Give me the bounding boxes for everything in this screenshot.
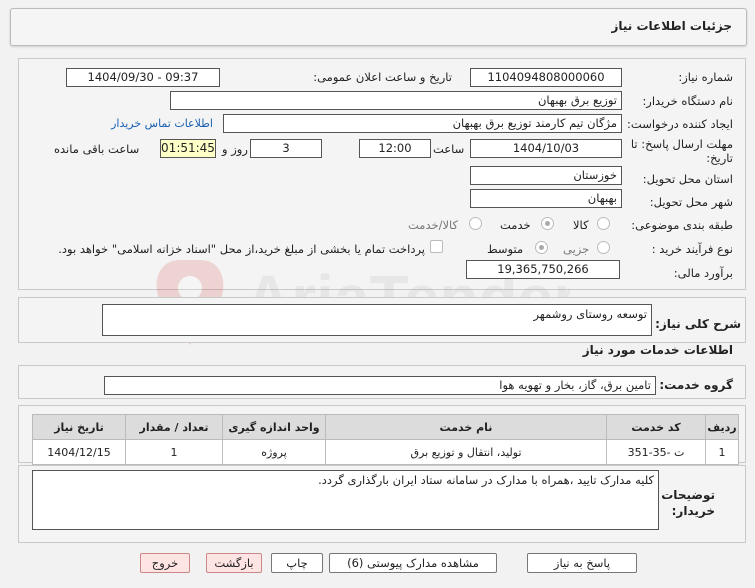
announce-label: تاریخ و ساعت اعلان عمومی: [313,70,452,84]
buyer-notes-textarea[interactable]: کلیه مدارک تایید ،همراه با مدارک در ساما… [32,470,659,530]
col-header-row: ردیف [705,414,739,440]
deadline-label-date: تاریخ: [706,151,733,165]
page-header: جزئیات اطلاعات نیاز [10,8,747,46]
cell-row-number: 1 [705,439,739,465]
category-radio-goods[interactable] [597,217,610,230]
days-field: 3 [250,139,322,158]
days-label: روز و [222,142,248,156]
process-radio-minor[interactable] [597,241,610,254]
deadline-label: مهلت ارسال پاسخ: تا [630,137,733,151]
city-label: شهر محل تحویل: [649,195,733,209]
col-header-qty: تعداد / مقدار [125,414,223,440]
province-label: استان محل تحویل: [642,172,733,186]
city-field: بهبهان [470,189,622,208]
deadline-time-field: 12:00 [359,139,431,158]
category-radio-both[interactable] [469,217,482,230]
cell-quantity: 1 [125,439,223,465]
cell-unit: پروژه [222,439,326,465]
province-field: خوزستان [470,166,622,185]
category-option-both: کالا/خدمت [408,218,459,232]
cell-service-name: تولید، انتقال و توزیع برق [325,439,607,465]
process-radio-medium[interactable] [535,241,548,254]
cell-service-code: ت -35-351 [606,439,706,465]
col-header-name: نام خدمت [325,414,607,440]
need-number-label: شماره نیاز: [678,70,733,84]
service-group-field: تامین برق، گاز، بخار و تهویه هوا [104,376,656,395]
buyer-notes-label: توضیحات [661,488,715,502]
budget-field: 19,365,750,266 [466,260,620,279]
description-textarea[interactable]: توسعه روستای روشمهر [102,304,652,336]
buyer-org-field: توزیع برق بهبهان [170,91,622,110]
col-header-date: تاریخ نیاز [32,414,126,440]
process-option-minor: جزیی [563,242,590,256]
remaining-label: ساعت باقی مانده [54,142,140,156]
buyer-org-label: نام دستگاه خریدار: [642,94,733,108]
reply-button[interactable]: پاسخ به نیاز [527,553,637,573]
back-button[interactable]: بازگشت [206,553,262,573]
buyer-contact-link[interactable]: اطلاعات تماس خریدار [111,117,213,130]
col-header-unit: واحد اندازه گیری [222,414,326,440]
budget-label: برآورد مالی: [673,266,733,280]
deadline-date-field: 1404/10/03 [470,139,622,158]
category-option-service: خدمت [500,218,531,232]
category-radio-service[interactable] [541,217,554,230]
creator-label: ایجاد کننده درخواست: [627,117,733,131]
treasury-payment-checkbox[interactable] [430,240,443,253]
treasury-payment-note: پرداخت تمام یا بخشی از مبلغ خرید،از محل … [58,242,425,256]
services-section-title: اطلاعات خدمات مورد نیاز [582,343,733,357]
exit-button[interactable]: خروج [140,553,190,573]
announce-field: 1404/09/30 - 09:37 [66,68,220,87]
services-table-header: ردیف کد خدمت نام خدمت واحد اندازه گیری ت… [32,414,739,440]
process-label: نوع فرآیند خرید : [651,242,733,256]
creator-field: مژگان تیم کارمند توزیع برق بهبهان [223,114,622,133]
cell-need-date: 1404/12/15 [32,439,126,465]
need-number-field: 1104094808000060 [470,68,622,87]
print-button[interactable]: چاپ [271,553,323,573]
buyer-notes-label-2: خریدار: [671,504,715,518]
services-table: ردیف کد خدمت نام خدمت واحد اندازه گیری ت… [32,414,739,465]
service-group-label: گروه خدمت: [659,378,733,392]
view-attachments-button[interactable]: مشاهده مدارک پیوستی (6) [329,553,497,573]
category-label: طبقه بندی موضوعی: [631,218,733,232]
col-header-code: کد خدمت [606,414,706,440]
process-option-medium: متوسط [487,242,524,256]
category-option-goods: کالا [573,218,589,232]
remaining-timer: 01:51:45 [160,139,216,158]
deadline-time-label: ساعت [433,142,465,156]
table-row: 1 ت -35-351 تولید، انتقال و توزیع برق پر… [32,439,739,465]
page-title: جزئیات اطلاعات نیاز [611,19,732,33]
description-label: شرح کلی نیاز: [655,317,741,331]
